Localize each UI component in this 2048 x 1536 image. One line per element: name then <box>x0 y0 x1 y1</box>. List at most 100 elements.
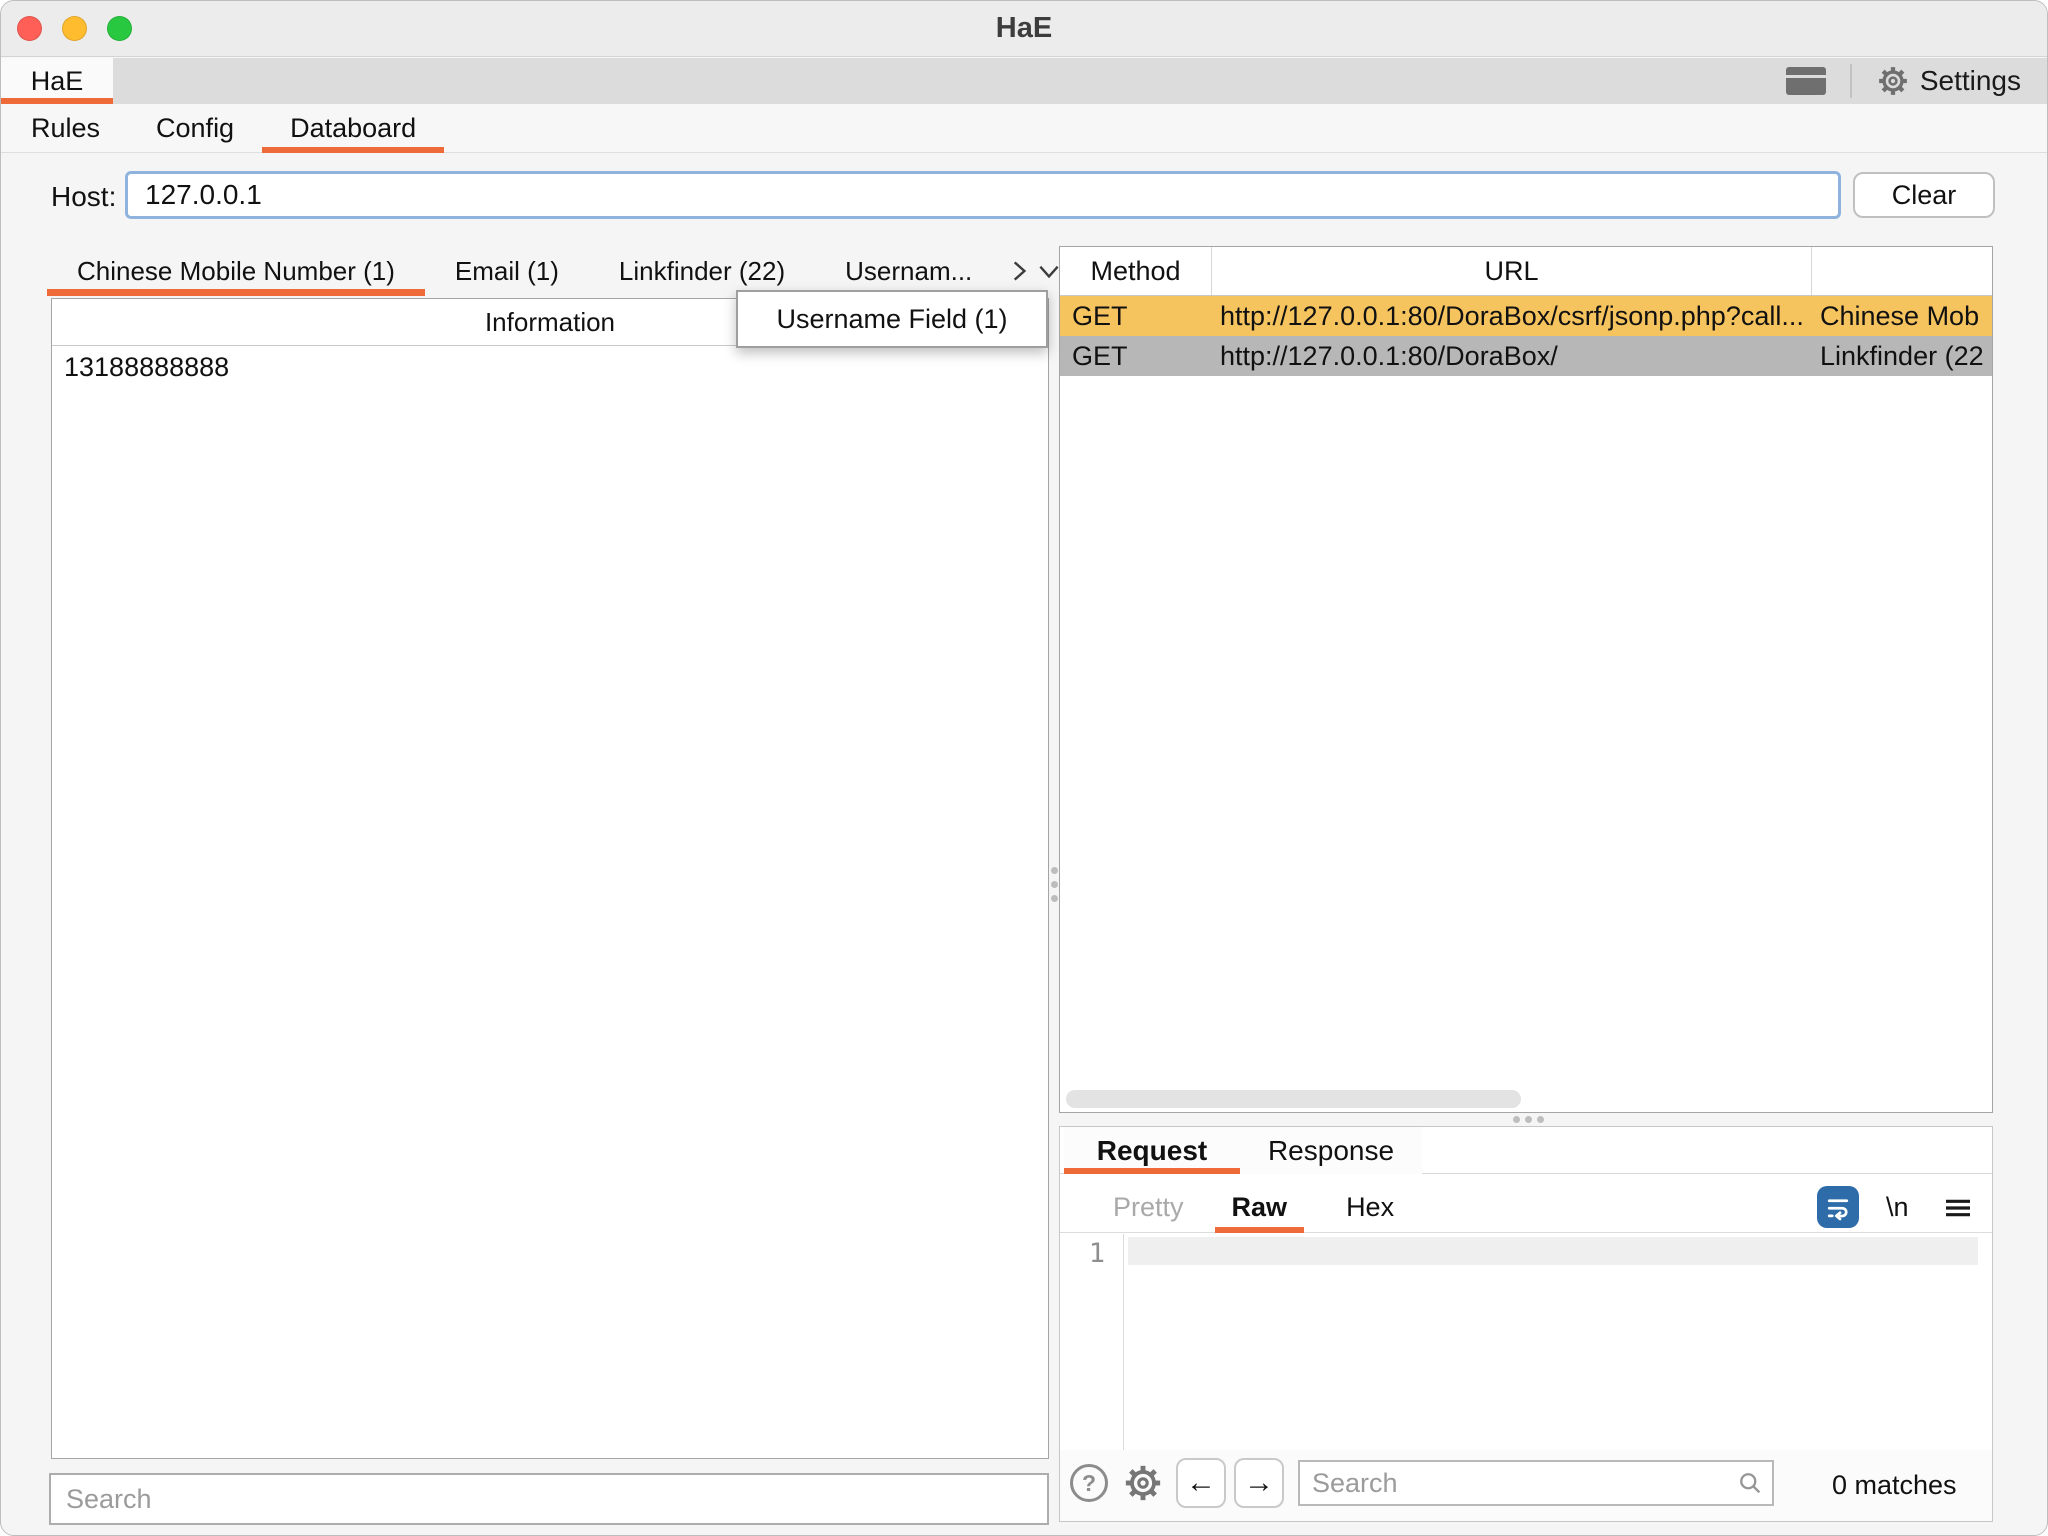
method-cell: GET <box>1060 301 1212 332</box>
word-wrap-button[interactable] <box>1817 1186 1859 1228</box>
tab-label: Linkfinder (22) <box>619 256 785 287</box>
match-count-label: 0 matches <box>1832 1470 1957 1501</box>
host-input[interactable] <box>125 171 1841 219</box>
hamburger-icon <box>1942 1192 1974 1224</box>
editor-search-box <box>1298 1460 1774 1506</box>
column-header-comment[interactable] <box>1812 247 1992 295</box>
previous-match-button[interactable]: ← <box>1176 1458 1226 1508</box>
host-label: Host: <box>51 181 116 213</box>
titlebar: HaE <box>1 1 2047 57</box>
tab-response-label: Response <box>1268 1135 1394 1167</box>
information-row[interactable]: 13188888888 <box>52 346 1048 388</box>
vertical-splitter-handle[interactable] <box>1051 895 1058 902</box>
clear-button[interactable]: Clear <box>1853 172 1995 218</box>
gear-icon <box>1876 64 1910 98</box>
question-icon: ? <box>1082 1470 1096 1497</box>
tab-hae[interactable]: HaE <box>1 58 113 104</box>
word-wrap-icon <box>1823 1192 1853 1222</box>
arrow-left-icon: ← <box>1186 1466 1216 1500</box>
tab-username-field[interactable]: Usernam... <box>815 246 1002 296</box>
horizontal-scrollbar-thumb[interactable] <box>1066 1090 1521 1108</box>
extension-bar-actions: Settings <box>1786 58 2021 104</box>
method-cell: GET <box>1060 341 1212 372</box>
tab-databoard[interactable]: Databoard <box>262 104 444 152</box>
tab-hex[interactable]: Hex <box>1329 1182 1411 1232</box>
tab-raw[interactable]: Raw <box>1215 1182 1305 1232</box>
tab-hex-label: Hex <box>1346 1192 1394 1223</box>
dropdown-item-username-field[interactable]: Username Field (1) <box>776 304 1007 335</box>
message-tabs: Request Response <box>1060 1127 1992 1174</box>
column-header-method[interactable]: Method <box>1060 247 1212 295</box>
layout-panel-icon[interactable] <box>1786 67 1826 95</box>
information-header-label: Information <box>485 307 615 338</box>
information-search-input[interactable] <box>49 1473 1049 1525</box>
divider <box>1850 64 1852 98</box>
tab-overflow-dropdown: Username Field (1) <box>736 290 1048 348</box>
tab-hae-label: HaE <box>31 66 84 97</box>
next-match-button[interactable]: → <box>1234 1458 1284 1508</box>
comment-cell: Chinese Mob <box>1812 301 1992 332</box>
zoom-button[interactable] <box>107 16 132 41</box>
line-number-gutter: 1 <box>1060 1234 1124 1450</box>
clear-button-label: Clear <box>1892 180 1957 211</box>
line-number: 1 <box>1089 1238 1105 1269</box>
tab-rules-label: Rules <box>31 113 100 144</box>
requests-table-header: Method URL <box>1060 247 1992 296</box>
data-type-tabs: Chinese Mobile Number (1) Email (1) Link… <box>47 246 1051 296</box>
horizontal-splitter-handle[interactable] <box>1513 1116 1520 1123</box>
request-editor[interactable]: 1 <box>1060 1234 1992 1450</box>
tab-label: Usernam... <box>845 256 972 287</box>
horizontal-splitter-handle[interactable] <box>1537 1116 1544 1123</box>
url-cell: http://127.0.0.1:80/DoraBox/csrf/jsonp.p… <box>1212 301 1812 332</box>
request-row[interactable]: GET http://127.0.0.1:80/DoraBox/csrf/jso… <box>1060 296 1992 336</box>
tab-chinese-mobile-number[interactable]: Chinese Mobile Number (1) <box>47 246 425 296</box>
column-header-url[interactable]: URL <box>1212 247 1812 295</box>
method-header-label: Method <box>1090 256 1180 287</box>
vertical-splitter-handle[interactable] <box>1051 867 1058 874</box>
tab-config[interactable]: Config <box>128 104 262 152</box>
tab-request[interactable]: Request <box>1064 1127 1240 1174</box>
tab-request-label: Request <box>1097 1135 1207 1167</box>
tab-label: Chinese Mobile Number (1) <box>77 256 395 287</box>
editor-search-input[interactable] <box>1300 1462 1720 1504</box>
current-line-highlight <box>1128 1237 1978 1265</box>
match-count: 0 matches <box>1832 1450 1957 1521</box>
tab-email[interactable]: Email (1) <box>425 246 589 296</box>
information-cell: 13188888888 <box>64 352 229 383</box>
editor-toolbar: ? ← → <box>1060 1450 1992 1521</box>
tab-pretty-label: Pretty <box>1113 1192 1184 1223</box>
settings-button[interactable]: Settings <box>1876 64 2021 98</box>
magnifier-icon <box>1736 1469 1764 1497</box>
message-editor-panel: Request Response Pretty Raw Hex \n <box>1059 1126 1993 1522</box>
extension-tab-bar: HaE Settings <box>1 58 2047 104</box>
tab-response[interactable]: Response <box>1240 1127 1422 1174</box>
newline-toggle-button[interactable]: \n <box>1886 1182 1909 1233</box>
request-row[interactable]: GET http://127.0.0.1:80/DoraBox/ Linkfin… <box>1060 336 1992 376</box>
requests-table: Method URL GET http://127.0.0.1:80/DoraB… <box>1059 246 1993 1113</box>
tab-config-label: Config <box>156 113 234 144</box>
help-button[interactable]: ? <box>1070 1464 1108 1502</box>
editor-settings-button[interactable] <box>1122 1462 1164 1509</box>
host-bar: Host: Clear <box>1 169 2047 227</box>
tab-scroll-next-button[interactable] <box>1006 246 1032 296</box>
newline-label: \n <box>1886 1192 1909 1223</box>
tab-label: Email (1) <box>455 256 559 287</box>
information-table: Information 13188888888 <box>51 298 1049 1459</box>
url-cell: http://127.0.0.1:80/DoraBox/ <box>1212 341 1812 372</box>
editor-menu-button[interactable] <box>1940 1190 1976 1226</box>
url-header-label: URL <box>1484 256 1538 287</box>
close-button[interactable] <box>17 16 42 41</box>
minimize-button[interactable] <box>62 16 87 41</box>
tab-pretty[interactable]: Pretty <box>1096 1182 1201 1232</box>
chevron-right-icon <box>1006 258 1032 284</box>
tab-rules[interactable]: Rules <box>3 104 128 152</box>
tab-linkfinder[interactable]: Linkfinder (22) <box>589 246 815 296</box>
settings-label: Settings <box>1920 65 2021 97</box>
arrow-right-icon: → <box>1244 1466 1274 1500</box>
hae-nav-tabs: Rules Config Databoard <box>1 104 2047 153</box>
comment-cell: Linkfinder (22 <box>1812 341 1992 372</box>
horizontal-splitter-handle[interactable] <box>1525 1116 1532 1123</box>
vertical-splitter-handle[interactable] <box>1051 881 1058 888</box>
hae-window: HaE HaE Settings <box>0 0 2048 1536</box>
tab-databoard-label: Databoard <box>290 113 416 144</box>
